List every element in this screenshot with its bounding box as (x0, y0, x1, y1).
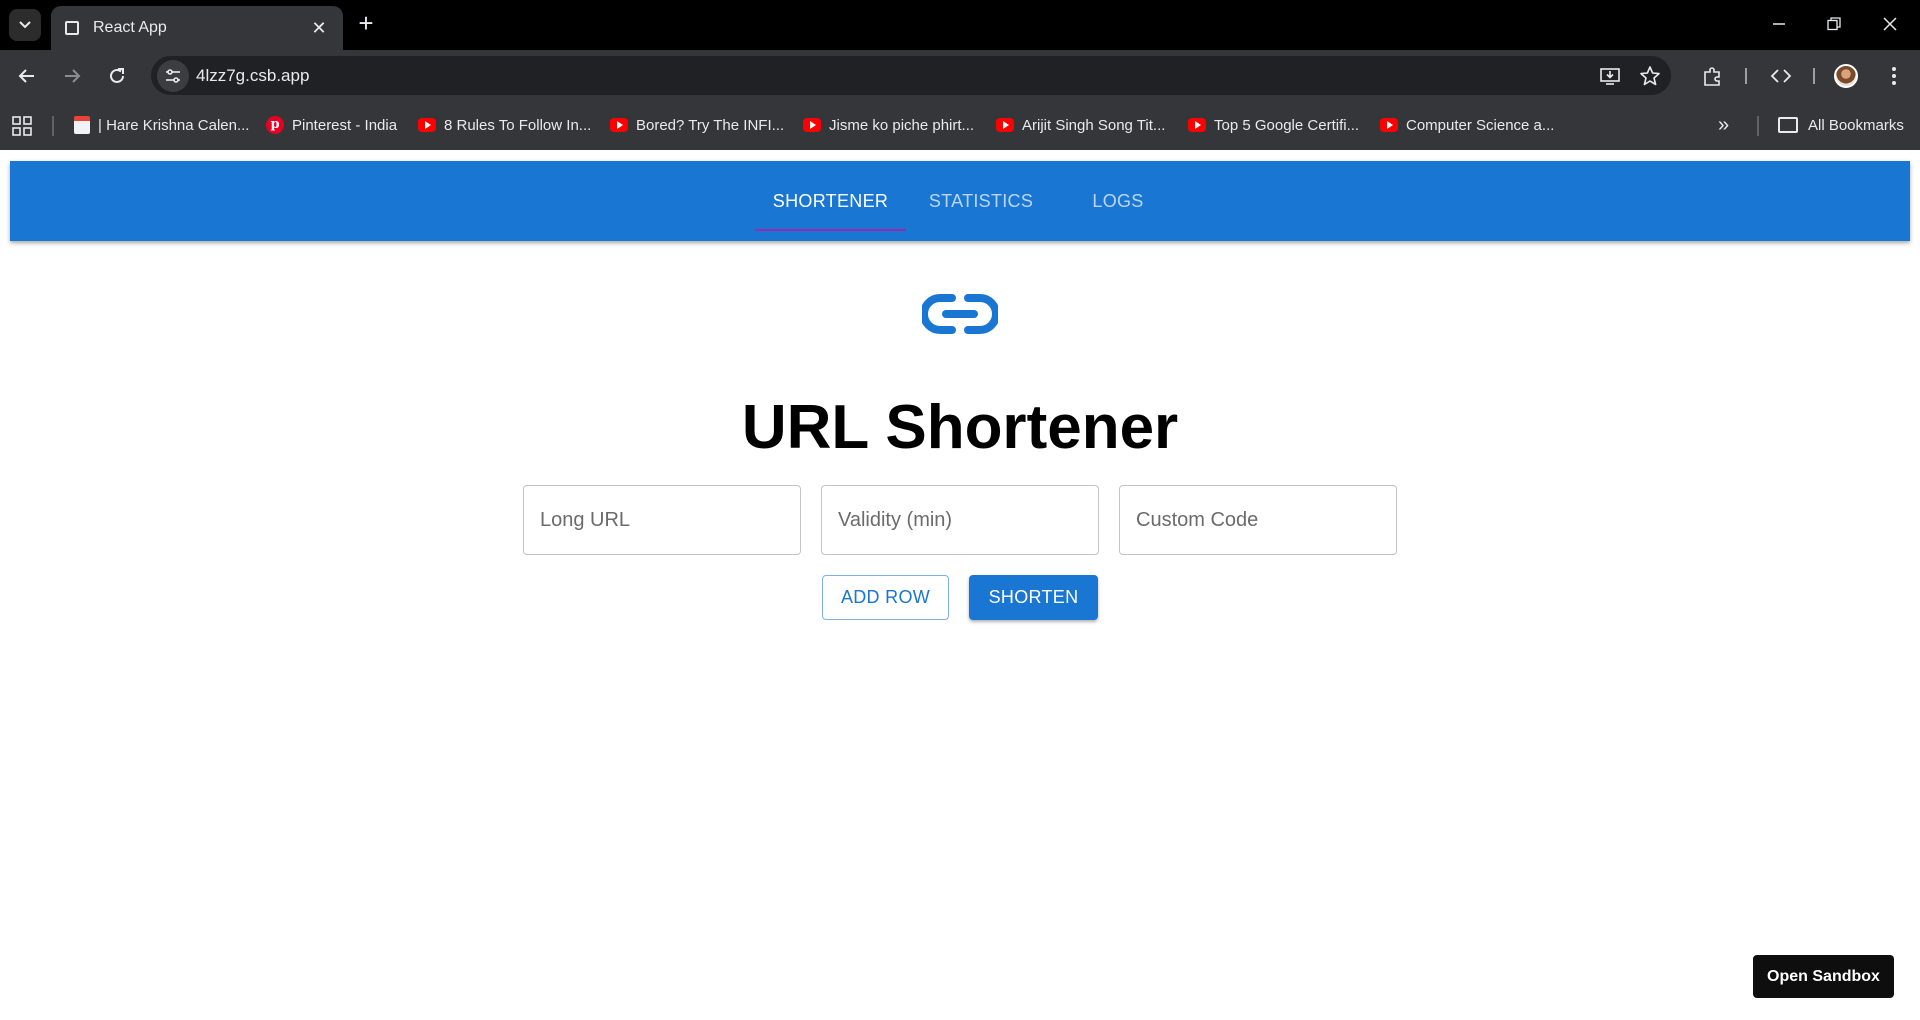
bookmark-separator (1757, 116, 1759, 136)
validity-input[interactable] (822, 486, 1098, 554)
bookmark-label: Computer Science a... (1406, 116, 1555, 134)
tab-logs[interactable]: LOGS (1056, 161, 1180, 241)
address-bar[interactable]: 4lzz7g.csb.app (151, 56, 1671, 95)
bookmark-item[interactable]: Arijit Singh Song Tit... (996, 114, 1165, 136)
bookmark-label: 8 Rules To Follow In... (444, 116, 592, 134)
calendar-icon (74, 116, 90, 134)
bookmark-item[interactable]: | Hare Krishna Calen... (74, 114, 249, 136)
bookmark-item[interactable]: Top 5 Google Certifi... (1188, 114, 1359, 136)
youtube-icon (803, 118, 821, 132)
add-row-button[interactable]: ADD ROW (822, 575, 949, 620)
all-bookmarks-label: All Bookmarks (1808, 116, 1904, 134)
close-icon (1883, 17, 1897, 31)
restore-button[interactable] (1820, 10, 1848, 38)
chevron-down-icon (19, 21, 31, 29)
custom-code-input[interactable] (1120, 486, 1396, 554)
browser-toolbar: 4lzz7g.csb.app (0, 50, 1920, 100)
bookmark-item[interactable]: Jisme ko piche phirt... (803, 114, 974, 136)
app-bar: SHORTENER STATISTICS LOGS (10, 161, 1910, 241)
bookmark-item[interactable]: Computer Science a... (1380, 114, 1554, 136)
forward-button[interactable] (58, 62, 86, 90)
bookmark-label: Jisme ko piche phirt... (829, 116, 975, 134)
back-button[interactable] (13, 62, 41, 90)
arrow-right-icon (65, 69, 81, 83)
bookmark-separator (52, 116, 54, 136)
restore-icon (1827, 17, 1841, 31)
long-url-input[interactable] (524, 486, 800, 554)
long-url-field[interactable] (523, 485, 801, 555)
url-text[interactable]: 4lzz7g.csb.app (196, 66, 309, 86)
minimize-icon (1773, 23, 1785, 25)
pinterest-icon: p (266, 116, 284, 134)
validity-field[interactable] (821, 485, 1099, 555)
bookmark-label: Pinterest - India (292, 116, 398, 134)
browser-tabstrip: React App ✕ + (0, 0, 1920, 50)
folder-icon (1778, 117, 1798, 133)
tab-statistics[interactable]: STATISTICS (906, 161, 1056, 241)
bookmark-item[interactable]: 8 Rules To Follow In... (418, 114, 591, 136)
tab-title: React App (93, 19, 167, 36)
install-app-icon[interactable] (1598, 64, 1622, 88)
bookmark-label: Top 5 Google Certifi... (1214, 116, 1360, 134)
tune-icon (166, 69, 180, 83)
bookmark-label: Arijit Singh Song Tit... (1022, 116, 1166, 134)
minimize-button[interactable] (1765, 10, 1793, 38)
menu-kebab-icon[interactable] (1880, 62, 1908, 90)
toolbar-divider (1813, 68, 1815, 84)
tab-close-icon[interactable]: ✕ (309, 18, 329, 39)
chevron-double-right-icon[interactable]: » (1718, 114, 1729, 137)
toolbar-divider (1745, 68, 1747, 84)
profile-avatar[interactable] (1834, 64, 1858, 88)
bookmark-item[interactable]: Bored? Try The INFI... (610, 114, 784, 136)
bookmarks-bar: | Hare Krishna Calen... p Pinterest - In… (0, 100, 1920, 150)
bookmark-item[interactable]: p Pinterest - India (266, 114, 397, 136)
browser-tab[interactable]: React App ✕ (51, 6, 343, 50)
arrow-left-icon (18, 69, 34, 83)
custom-code-field[interactable] (1119, 485, 1397, 555)
link-icon (922, 294, 998, 334)
youtube-icon (610, 118, 628, 132)
active-tab-indicator (755, 229, 906, 231)
new-tab-button[interactable]: + (352, 10, 380, 38)
reload-button[interactable] (103, 62, 131, 90)
tab-search-button[interactable] (9, 9, 41, 41)
bookmark-star-icon[interactable] (1638, 64, 1662, 88)
youtube-icon (1188, 118, 1206, 132)
bookmark-label: Bored? Try The INFI... (636, 116, 785, 134)
youtube-icon (1380, 118, 1398, 132)
shorten-button[interactable]: SHORTEN (969, 575, 1098, 620)
reload-icon (110, 68, 124, 83)
youtube-icon (996, 118, 1014, 132)
site-info-button[interactable] (157, 60, 189, 92)
extensions-icon[interactable] (1699, 62, 1727, 90)
open-sandbox-button[interactable]: Open Sandbox (1753, 955, 1894, 998)
close-window-button[interactable] (1876, 10, 1904, 38)
tab-favicon-icon (65, 21, 79, 35)
page-title: URL Shortener (741, 393, 1179, 462)
youtube-icon (418, 118, 436, 132)
code-icon[interactable] (1767, 62, 1795, 90)
apps-grid-icon[interactable] (12, 116, 32, 136)
bookmark-label: | Hare Krishna Calen... (98, 116, 250, 134)
all-bookmarks-button[interactable]: All Bookmarks (1778, 114, 1904, 136)
